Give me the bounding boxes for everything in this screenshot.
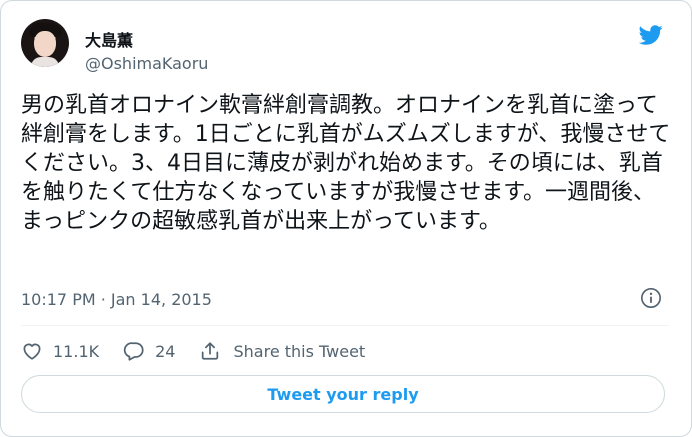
info-icon[interactable] <box>640 287 662 309</box>
avatar-collar <box>31 57 59 67</box>
divider <box>21 325 669 326</box>
like-count: 11.1K <box>53 341 100 361</box>
tweet-your-reply-button[interactable]: Tweet your reply <box>21 375 665 413</box>
reply-count: 24 <box>155 341 176 361</box>
like-button[interactable]: 11.1K <box>21 340 99 362</box>
avatar-face <box>34 31 56 57</box>
heart-icon <box>23 343 41 360</box>
avatar[interactable] <box>21 19 69 67</box>
reply-action-button[interactable]: 24 <box>123 340 175 362</box>
share-upload-icon <box>202 342 219 360</box>
speech-bubble-icon <box>123 342 144 361</box>
tweet-actions: 11.1K 24 Share this Tweet <box>21 337 389 365</box>
tweet-card: 大島薫 @OshimaKaoru 男の乳首オロナイン軟膏絆創膏調教。オロナインを… <box>0 0 692 437</box>
share-button[interactable]: Share this Tweet <box>199 340 365 362</box>
share-label: Share this Tweet <box>233 341 366 361</box>
twitter-bird-icon[interactable] <box>637 23 665 47</box>
author-handle[interactable]: @OshimaKaoru <box>85 54 208 73</box>
tweet-timestamp[interactable]: 10:17 PM · Jan 14, 2015 <box>21 290 212 309</box>
tweet-text: 男の乳首オロナイン軟膏絆創膏調教。オロナインを乳首に塗って絆創膏をします。1日ご… <box>21 93 671 234</box>
author-display-name[interactable]: 大島薫 <box>85 27 133 51</box>
